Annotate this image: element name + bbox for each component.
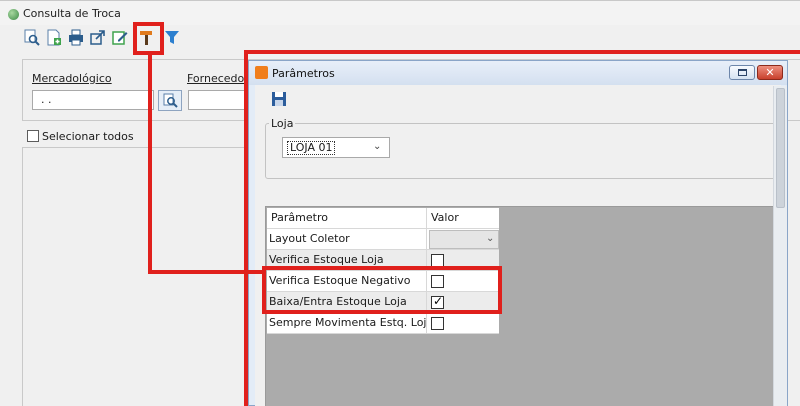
select-all-checkbox[interactable] — [27, 130, 39, 142]
new-document-icon[interactable] — [46, 29, 62, 46]
main-titlebar: Consulta de Troca — [0, 1, 800, 25]
highlight-connector-vertical — [148, 55, 152, 274]
highlight-dialog-box — [244, 50, 800, 406]
mercadologico-label[interactable]: Mercadológico — [32, 72, 112, 85]
results-list[interactable] — [22, 147, 252, 406]
search-icon — [163, 93, 178, 111]
highlight-hammer-box — [133, 22, 164, 55]
window-title: Consulta de Troca — [23, 7, 121, 20]
fornecedor-label[interactable]: Fornecedor — [187, 72, 249, 85]
highlight-rows-box — [262, 266, 502, 314]
app-globe-icon — [8, 9, 19, 20]
select-all-label[interactable]: Selecionar todos — [42, 130, 134, 143]
edit-icon[interactable] — [112, 29, 128, 46]
search-document-icon[interactable] — [24, 29, 40, 46]
filter-funnel-icon[interactable] — [164, 29, 180, 46]
mercadologico-search-button[interactable] — [158, 90, 182, 111]
print-icon[interactable] — [68, 29, 84, 46]
fornecedor-input[interactable] — [188, 90, 248, 110]
mercadologico-input[interactable]: . . — [32, 90, 154, 110]
export-icon[interactable] — [90, 29, 106, 46]
